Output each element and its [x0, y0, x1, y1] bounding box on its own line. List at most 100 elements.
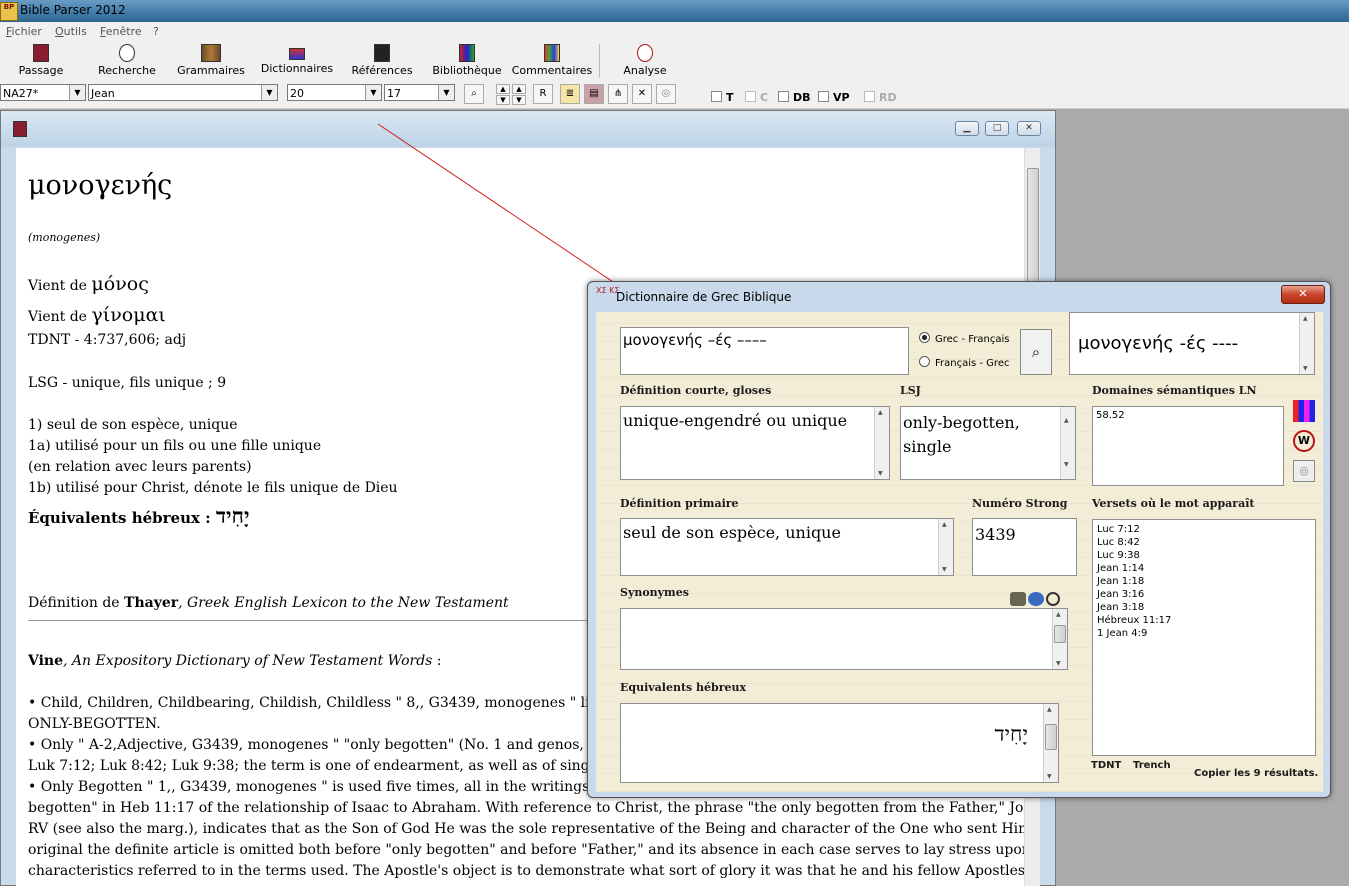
lsg-line: LSG - unique, fils unique ; 9 — [28, 375, 227, 391]
radio-greek-french[interactable]: Grec - Français — [919, 332, 1009, 345]
commentaires-label: Commentaires — [511, 64, 593, 77]
close-button[interactable]: ✕ — [1017, 121, 1041, 136]
headword: μονογενής — [28, 170, 173, 201]
chevron-down-icon[interactable]: ▼ — [365, 85, 381, 100]
r-button[interactable]: R — [533, 84, 553, 104]
filter-rd-checkbox[interactable]: RD — [864, 91, 897, 104]
dialog-body: μονογενής –ές –––– Grec - Français Franç… — [596, 312, 1323, 792]
notes-icon[interactable]: ≣ — [560, 84, 580, 104]
dialog-hebrew-word[interactable]: יָחִיד — [994, 722, 1028, 747]
verse-item[interactable]: Jean 3:16 — [1097, 588, 1311, 601]
recherche-button[interactable]: Recherche — [94, 44, 160, 77]
down-button[interactable]: ▼ — [496, 95, 510, 105]
thayer-name: Thayer — [124, 595, 179, 611]
vine-text-line: begotten" in Heb 11:17 of the relationsh… — [28, 800, 1040, 816]
analyse-button[interactable]: Analyse — [618, 44, 672, 77]
verse-item[interactable]: Luc 9:38 — [1097, 549, 1311, 562]
dictionnaires-button[interactable]: Dictionnaires — [260, 44, 334, 75]
verse-item[interactable]: Hébreux 11:17 — [1097, 614, 1311, 627]
search-icon: ⌕ — [471, 88, 477, 99]
menu-help[interactable]: ? — [153, 25, 159, 38]
primary-def-scrollbar[interactable] — [938, 519, 953, 575]
lsj-scrollbar[interactable] — [1060, 407, 1075, 479]
refresh-icon[interactable] — [1046, 592, 1060, 606]
person-icon[interactable] — [1010, 592, 1026, 606]
selector-bar: NA27* ▼ Jean ▼ 20 ▼ 17 ▼ ⌕ ▲ ▲ ▼ ▼ R ≣ ▤… — [0, 82, 1349, 109]
w-icon[interactable]: W — [1293, 430, 1315, 452]
globe-icon[interactable] — [1028, 592, 1044, 606]
scrollbar-thumb[interactable] — [1054, 625, 1066, 643]
search-button[interactable]: ⌕ — [1020, 329, 1052, 375]
chevron-down-icon[interactable]: ▼ — [261, 85, 277, 100]
tools-icon[interactable]: ✕ — [632, 84, 652, 104]
def-1: 1) seul de son espèce, unique — [28, 417, 238, 433]
filter-c-checkbox[interactable]: C — [745, 91, 768, 104]
verse-item[interactable]: Luc 8:42 — [1097, 536, 1311, 549]
verse-item[interactable]: Jean 1:18 — [1097, 575, 1311, 588]
dialog-close-button[interactable]: ✕ — [1281, 285, 1325, 304]
vine-line: Vine, An Expository Dictionary of New Te… — [28, 653, 442, 669]
verse-item[interactable]: Luc 7:12 — [1097, 523, 1311, 536]
version-select[interactable]: NA27* ▼ — [0, 84, 86, 101]
bibliotheque-button[interactable]: Bibliothèque — [431, 44, 503, 77]
filter-vp-checkbox[interactable]: VP — [818, 91, 850, 104]
verse-select[interactable]: 17 ▼ — [384, 84, 455, 101]
down-button-2[interactable]: ▼ — [512, 95, 526, 105]
verse-item[interactable]: Jean 3:18 — [1097, 601, 1311, 614]
speaker-icon[interactable]: ◎ — [1293, 460, 1315, 482]
origin-1-word[interactable]: μόνος — [91, 273, 148, 295]
copy-results-link[interactable]: Copier les 9 résultats. — [1194, 768, 1318, 779]
trench-link[interactable]: Trench — [1133, 760, 1171, 771]
origin-2-word[interactable]: γίνομαι — [91, 304, 165, 326]
vine-colon: : — [432, 653, 442, 669]
maximize-button[interactable]: □ — [985, 121, 1009, 136]
books-stack-icon[interactable]: ▤ — [584, 84, 604, 104]
book-icon — [13, 121, 27, 137]
menu-fichier[interactable]: Fichier — [6, 25, 42, 38]
synonyms-scrollbar[interactable] — [1052, 609, 1067, 669]
chapter-select[interactable]: 20 ▼ — [287, 84, 382, 101]
references-button[interactable]: Références — [350, 44, 414, 77]
scrollbar-thumb[interactable] — [1027, 168, 1039, 290]
menu-fenetre[interactable]: Fenêtre — [100, 25, 142, 38]
speaker-icon[interactable]: ◎ — [656, 84, 676, 104]
up-button-2[interactable]: ▲ — [512, 84, 526, 94]
book-select[interactable]: Jean ▼ — [88, 84, 278, 101]
hebrew-word[interactable]: יָחִיד — [216, 503, 250, 528]
filter-db-label: DB — [793, 91, 811, 104]
synonyms-box — [620, 608, 1068, 670]
chart-icon[interactable] — [1293, 400, 1315, 422]
hebrew-scrollbar[interactable] — [1043, 704, 1058, 782]
filter-t-checkbox[interactable]: T — [711, 91, 734, 104]
chevron-down-icon[interactable]: ▼ — [438, 85, 454, 100]
ln-box: 58.52 — [1092, 406, 1284, 486]
chevron-down-icon[interactable]: ▼ — [69, 85, 85, 100]
search-input[interactable]: μονογενής –ές –––– — [620, 327, 909, 375]
find-button[interactable]: ⌕ — [464, 84, 484, 104]
minimize-button[interactable]: ▁ — [955, 121, 979, 136]
filter-db-checkbox[interactable]: DB — [778, 91, 811, 104]
origin-2: Vient de γίνομαι — [28, 304, 166, 326]
commentaries-icon — [544, 44, 560, 62]
scrollbar-thumb[interactable] — [1045, 724, 1057, 750]
grammaires-button[interactable]: Grammaires — [176, 44, 246, 77]
primary-def-text: seul de son espèce, unique — [623, 523, 841, 542]
menu-outils[interactable]: Outils — [55, 25, 87, 38]
greek-dictionary-dialog: ΧΣ ΚΣ Dictionnaire de Grec Biblique ✕ μο… — [587, 281, 1331, 798]
commentaires-button[interactable]: Commentaires — [511, 44, 593, 77]
up-button[interactable]: ▲ — [496, 84, 510, 94]
passage-button[interactable]: Passage — [12, 44, 70, 77]
short-def-box: unique-engendré ou unique — [620, 406, 890, 480]
app-title: Bible Parser 2012 — [20, 3, 126, 17]
verses-label: Versets où le mot apparaît — [1092, 497, 1255, 510]
tree-icon[interactable]: ⋔ — [608, 84, 628, 104]
verses-list[interactable]: Luc 7:12 Luc 8:42 Luc 9:38 Jean 1:14 Jea… — [1092, 519, 1316, 756]
short-def-scrollbar[interactable] — [874, 407, 889, 479]
verse-item[interactable]: 1 Jean 4:9 — [1097, 627, 1311, 640]
radio-french-greek[interactable]: Français - Grec — [919, 356, 1009, 369]
document-window-header: ▁ □ ✕ — [1, 111, 1055, 147]
tdnt-link[interactable]: TDNT — [1091, 760, 1121, 771]
result-word-scrollbar[interactable] — [1299, 313, 1314, 374]
verse-item[interactable]: Jean 1:14 — [1097, 562, 1311, 575]
origin-1: Vient de μόνος — [28, 273, 149, 295]
